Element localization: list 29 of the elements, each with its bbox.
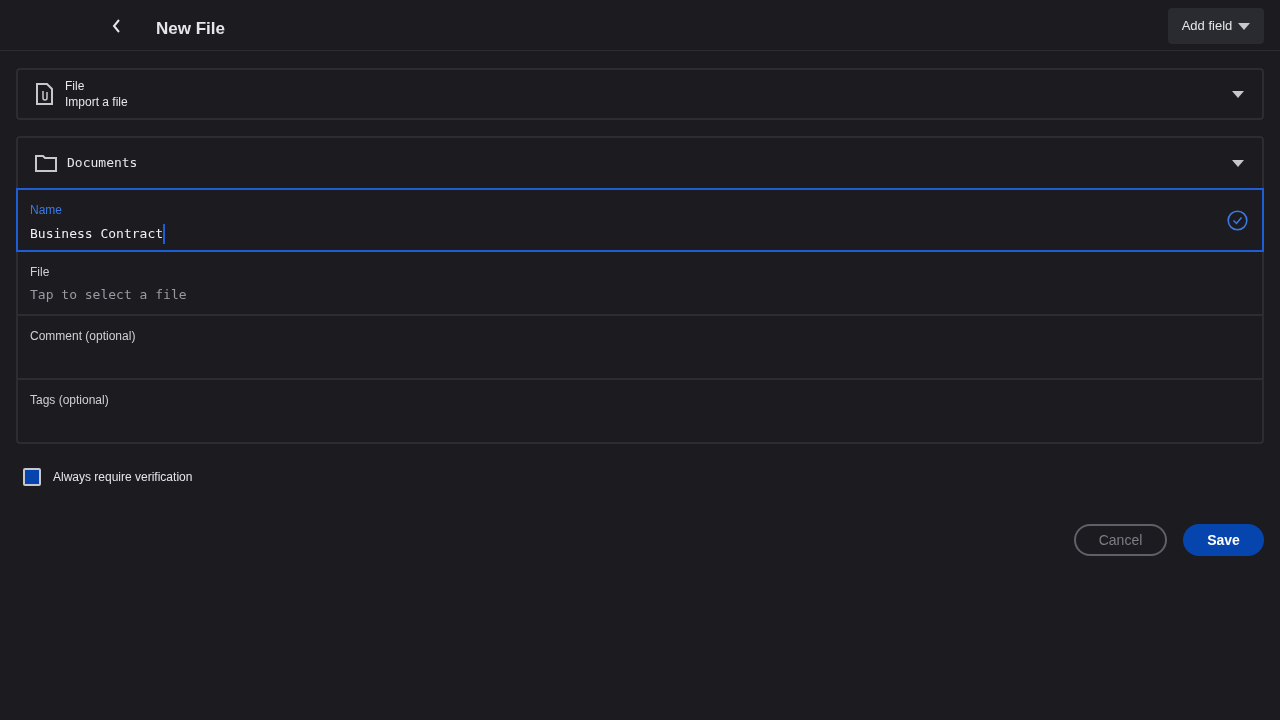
caret-icon <box>1232 90 1244 98</box>
add-field-button[interactable]: Add field <box>1168 8 1264 44</box>
checkbox[interactable] <box>23 468 41 486</box>
page-title: New File <box>156 18 225 40</box>
field-label: File <box>30 264 51 280</box>
save-button[interactable]: Save <box>1183 524 1264 556</box>
input-field[interactable]: File Tap to select a file <box>16 252 1264 316</box>
caret-icon <box>1232 159 1244 167</box>
field-label: Comment (optional) <box>30 328 137 344</box>
file-type-title: File <box>65 78 86 94</box>
back-icon <box>111 19 121 33</box>
caret-icon <box>1238 22 1251 30</box>
checkbox-label: Always require verification <box>53 469 193 486</box>
folder-dropdown[interactable]: Documents <box>16 136 1264 188</box>
input-field[interactable]: Tags (optional) <box>16 380 1264 444</box>
file-type-dropdown[interactable]: File Import a file <box>16 68 1264 120</box>
file-type-subtitle: Import a file <box>65 94 128 110</box>
text-cursor <box>163 224 166 244</box>
cancel-button[interactable]: Cancel <box>1074 524 1167 556</box>
field-label: Name <box>30 202 63 218</box>
field-value: Business Contract <box>30 225 164 243</box>
folder-icon <box>35 154 57 172</box>
input-field[interactable]: Name Business Contract <box>16 188 1264 252</box>
input-field[interactable]: Comment (optional) <box>16 316 1264 380</box>
field-label: Tags (optional) <box>30 392 110 408</box>
file-clip-icon <box>35 83 54 105</box>
folder-name: Documents <box>67 154 138 173</box>
check-circle-icon <box>1227 210 1248 231</box>
field-placeholder: Tap to select a file <box>30 286 187 304</box>
